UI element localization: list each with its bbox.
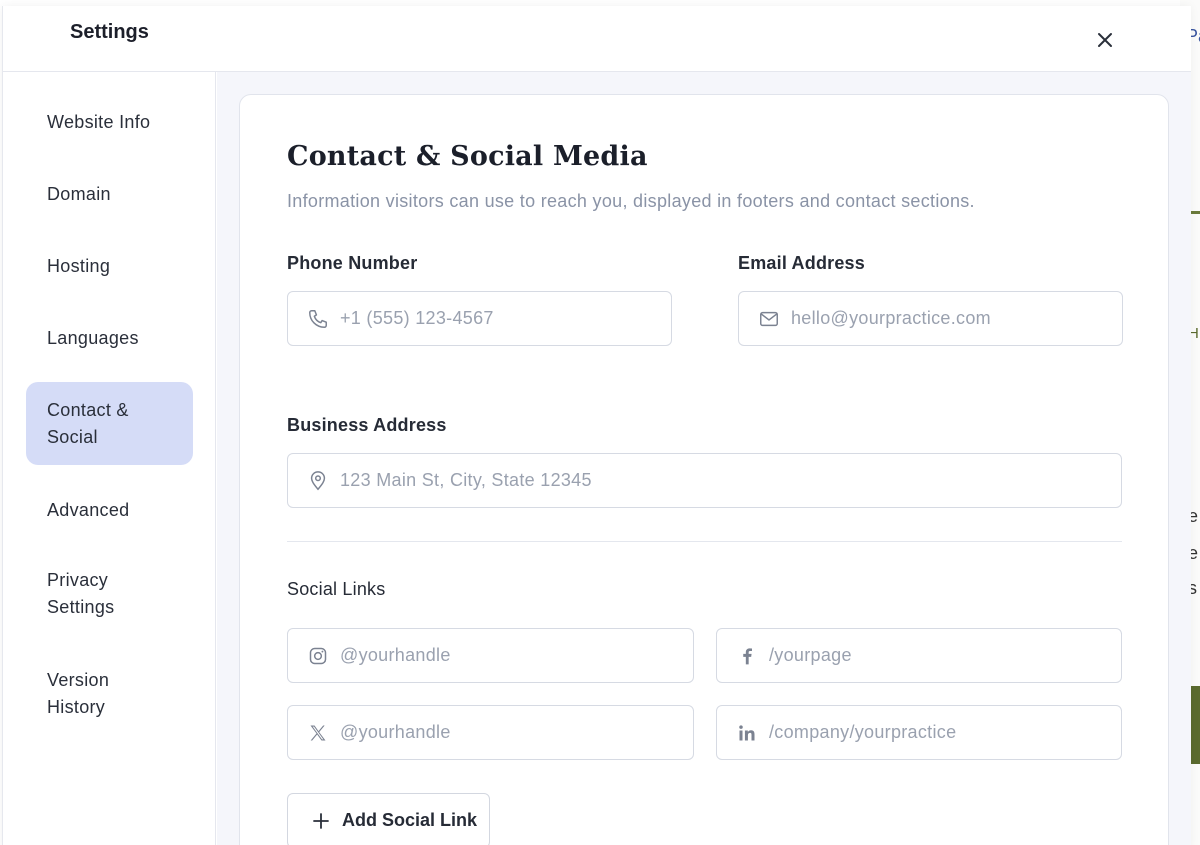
instagram-input[interactable]	[340, 645, 693, 666]
x-twitter-input[interactable]	[340, 722, 693, 743]
sidebar-item-version-history[interactable]: Version History	[26, 662, 193, 726]
settings-modal: Settings Website Info Domain Hosting Lan…	[2, 6, 1191, 845]
add-social-link-button[interactable]: Add Social Link	[287, 793, 490, 845]
sidebar-item-label: Advanced	[47, 499, 130, 520]
sidebar-item-label: Website Info	[47, 111, 151, 132]
address-field[interactable]	[287, 453, 1122, 508]
linkedin-input[interactable]	[769, 722, 1121, 743]
sidebar-item-advanced[interactable]: Advanced	[26, 493, 193, 527]
email-input[interactable]	[791, 308, 1122, 329]
email-label: Email Address	[738, 253, 865, 273]
add-social-link-label: Add Social Link	[342, 810, 478, 830]
x-twitter-icon	[306, 721, 330, 745]
phone-label: Phone Number	[287, 253, 418, 273]
mail-icon	[757, 307, 781, 331]
instagram-field[interactable]	[287, 628, 694, 683]
social-links-label: Social Links	[287, 579, 386, 599]
linkedin-field[interactable]	[716, 705, 1122, 760]
instagram-icon	[306, 644, 330, 668]
modal-title: Settings	[70, 21, 149, 43]
sidebar-item-languages[interactable]: Languages	[26, 321, 193, 355]
sidebar-item-privacy-settings[interactable]: Privacy Settings	[26, 562, 193, 626]
phone-input[interactable]	[340, 308, 671, 329]
sidebar-item-website-info[interactable]: Website Info	[26, 105, 193, 139]
linkedin-icon	[735, 721, 759, 745]
x-twitter-field[interactable]	[287, 705, 694, 760]
sidebar-item-domain[interactable]: Domain	[26, 177, 193, 211]
contact-social-card: Contact & Social Media Information visit…	[239, 94, 1169, 845]
address-label: Business Address	[287, 415, 447, 435]
section-subtitle: Information visitors can use to reach yo…	[287, 191, 975, 211]
sidebar-item-label: Hosting	[47, 255, 111, 276]
sidebar-item-label: Version History	[47, 670, 110, 717]
phone-icon	[306, 307, 330, 331]
modal-header: Settings	[3, 6, 1191, 72]
address-input[interactable]	[340, 470, 1121, 491]
facebook-input[interactable]	[769, 645, 1121, 666]
background-accent-block	[1190, 686, 1200, 764]
facebook-icon	[735, 644, 759, 668]
section-title: Contact & Social Media	[287, 141, 648, 172]
sidebar-item-contact-social[interactable]: Contact & Social	[26, 382, 193, 465]
facebook-field[interactable]	[716, 628, 1122, 683]
sidebar-item-label: Contact & Social	[47, 399, 129, 447]
map-pin-icon	[306, 469, 330, 493]
sidebar-item-label: Privacy Settings	[47, 570, 115, 617]
sidebar-item-hosting[interactable]: Hosting	[26, 249, 193, 283]
email-field[interactable]	[738, 291, 1123, 346]
section-divider	[287, 541, 1122, 542]
settings-sidebar: Website Info Domain Hosting Languages Co…	[3, 72, 216, 845]
plus-icon	[313, 812, 329, 829]
close-button[interactable]	[1091, 26, 1119, 54]
phone-field[interactable]	[287, 291, 672, 346]
sidebar-item-label: Domain	[47, 183, 111, 204]
sidebar-item-label: Languages	[47, 327, 139, 348]
close-icon	[1098, 33, 1112, 47]
